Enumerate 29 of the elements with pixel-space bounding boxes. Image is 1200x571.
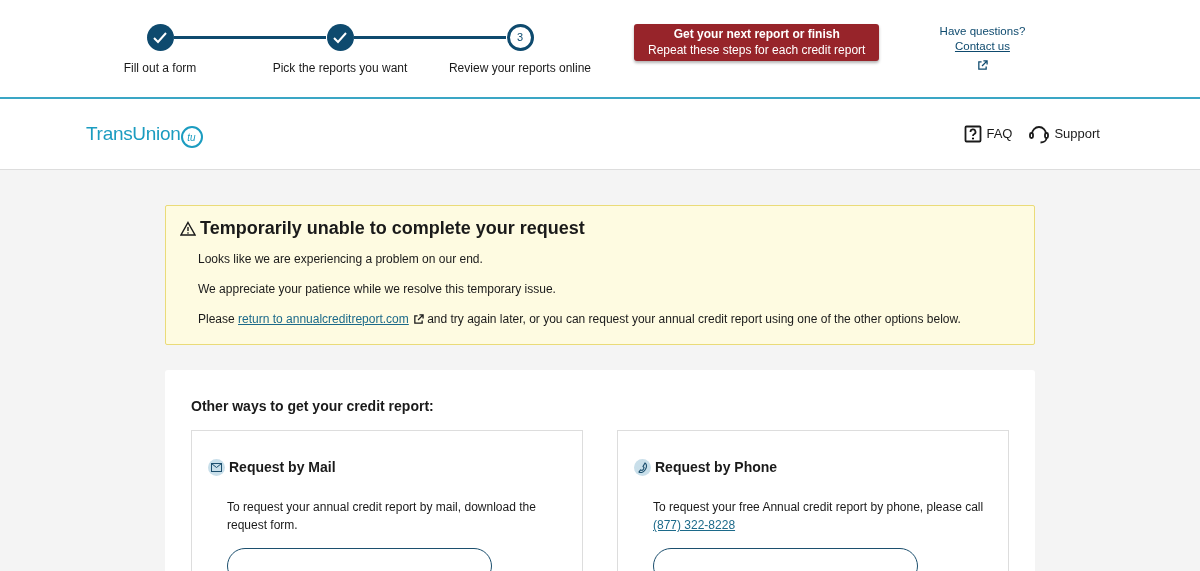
contact-link[interactable]: Contact us [954,38,1010,54]
return-link[interactable]: return to annualcreditreport.com [238,311,409,326]
option-description: To request your annual credit report by mail, download the request form. [227,499,537,535]
warning-icon [180,221,196,237]
external-link-icon [976,57,988,73]
step-label: Pick the reports you want [272,61,408,75]
section-title: Other ways to get your credit report: [191,397,435,415]
question-icon [964,125,983,143]
logo-badge: tu [180,126,203,149]
alert-message: Looks like we are experiencing a problem on our end. [198,250,484,268]
option-description: To request your free Annual credit report by phone, please call (877) 322-8228 [653,499,985,535]
phone-icon [634,459,651,477]
step-label: Review your reports online [448,61,592,75]
support-link[interactable]: Support [1028,124,1100,144]
faq-link[interactable]: FAQ [964,124,1013,144]
next-report-button[interactable]: Get your next report or finish Repeat these steps for each credit report [634,24,880,62]
option-title: Request by Mail [229,459,336,477]
option-title: Request by Phone [655,459,778,477]
step-number: 3 [506,24,534,51]
headset-icon [1028,124,1051,144]
alert-message: Please return to annualcreditreport.com and try again later, or you can request your annual credit report using one of the other options below. [198,310,962,328]
envelope-icon [208,459,225,477]
step-label: Fill out a form [123,61,197,75]
logo-text: TransUnion [86,121,181,146]
phone-link[interactable]: (877) 322-8228 [653,518,736,533]
help-text: Have questions? [938,24,1027,39]
alert-title: Temporarily unable to complete your request [200,218,585,240]
alert-message: We appreciate your patience while we resolve this temporary issue. [198,280,557,298]
external-link-icon [412,311,424,326]
